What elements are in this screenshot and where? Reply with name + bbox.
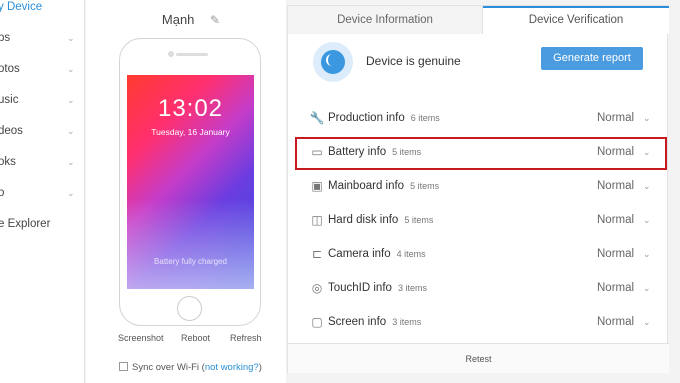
sync-wifi-checkbox[interactable]	[119, 362, 128, 371]
chevron-down-icon: ⌄	[643, 215, 651, 225]
row-status: Normal	[597, 248, 635, 260]
device-name-row: Mạnh ✎	[86, 12, 286, 27]
row-name: Hard disk info	[328, 214, 399, 226]
sidebar-item-photos[interactable]: otos ⌄	[0, 57, 85, 81]
sidebar-item-label: ps	[0, 32, 11, 44]
screen-icon: ▢	[311, 315, 323, 329]
app-window: y Device ps ⌄ otos ⌄ usic ⌄ deos ⌄ oks ⌄…	[0, 0, 680, 383]
chevron-down-icon: ⌄	[643, 113, 651, 123]
sidebar-item-label: usic	[0, 94, 19, 106]
touchid-icon: ◎	[311, 281, 323, 295]
hard-disk-info-row[interactable]: ◫ Hard disk info 5 items Normal ⌄	[306, 208, 656, 232]
chevron-down-icon: ⌄	[643, 317, 651, 327]
sidebar-item-label: o	[0, 187, 5, 199]
touchid-info-row[interactable]: ◎ TouchID info 3 items Normal ⌄	[306, 276, 656, 300]
device-name: Mạnh	[161, 12, 195, 27]
chevron-down-icon: ⌄	[643, 283, 651, 293]
generate-report-button[interactable]: Generate report	[541, 47, 643, 70]
row-count: 6 items	[410, 113, 440, 123]
phone-camera	[168, 51, 174, 57]
sidebar-item-file-explorer[interactable]: e Explorer	[0, 212, 85, 236]
camera-info-row[interactable]: ⊏ Camera info 4 items Normal ⌄	[306, 242, 656, 266]
phone-speaker	[176, 53, 208, 56]
row-count: 3 items	[397, 283, 427, 293]
lock-screen-time: 13:02	[157, 95, 224, 122]
row-name: Production info	[328, 112, 405, 124]
row-count: 5 items	[410, 181, 440, 191]
sidebar: y Device ps ⌄ otos ⌄ usic ⌄ deos ⌄ oks ⌄…	[0, 0, 85, 383]
not-working-link[interactable]: not working?	[205, 362, 259, 373]
chevron-down-icon: ⌄	[67, 157, 75, 167]
sidebar-item-books[interactable]: oks ⌄	[0, 150, 85, 174]
sidebar-item-music[interactable]: usic ⌄	[0, 88, 85, 112]
row-name: Screen info	[328, 316, 387, 328]
edit-icon[interactable]: ✎	[210, 13, 220, 27]
screenshot-label: Screenshot	[118, 333, 164, 343]
camera-icon: ⊏	[311, 247, 323, 261]
mainboard-icon: ▣	[311, 179, 323, 193]
sync-wifi-row: Sync over Wi-Fi (not working?)	[119, 362, 262, 373]
screen-glow	[127, 199, 254, 289]
row-name: Camera info	[328, 248, 391, 260]
sidebar-item-label: y Device	[0, 1, 43, 13]
wrench-icon: 🔧	[309, 111, 325, 125]
verification-panel: Device Information Device Verification D…	[287, 5, 669, 373]
chevron-down-icon: ⌄	[67, 64, 75, 74]
lock-screen-date: Tuesday, 16 January	[151, 127, 230, 137]
row-name: Mainboard info	[328, 180, 405, 192]
row-status: Normal	[597, 282, 635, 294]
genuine-status-text: Device is genuine	[366, 54, 461, 68]
sidebar-item-info[interactable]: o ⌄	[0, 181, 85, 205]
row-count: 5 items	[404, 215, 434, 225]
sidebar-item-apps[interactable]: ps ⌄	[0, 26, 85, 50]
chevron-down-icon: ⌄	[181, 334, 187, 341]
row-status: Normal	[597, 214, 635, 226]
chevron-down-icon: ⌄	[67, 95, 75, 105]
chevron-down-icon: ⌄	[67, 126, 75, 136]
chevron-down-icon: ⌄	[118, 334, 124, 341]
refresh-button[interactable]: Refresh	[230, 333, 262, 343]
sync-wifi-label: Sync over Wi-Fi (	[132, 362, 205, 373]
genuine-status-icon	[313, 42, 353, 82]
phone-preview: 13:02 Tuesday, 16 January Battery fully …	[119, 38, 261, 326]
status-icon-core	[321, 50, 345, 74]
tab-bar: Device Information Device Verification	[288, 6, 669, 34]
row-name: TouchID info	[328, 282, 392, 294]
mainboard-info-row[interactable]: ▣ Mainboard info 5 items Normal ⌄	[306, 174, 656, 198]
chevron-down-icon: ⌄	[67, 188, 75, 198]
row-status: Normal	[597, 316, 635, 328]
retest-button[interactable]: Retest	[288, 343, 669, 373]
chevron-down-icon: ⌄	[643, 249, 651, 259]
production-info-row[interactable]: 🔧 Production info 6 items Normal ⌄	[306, 106, 656, 130]
home-button	[177, 296, 202, 321]
sidebar-item-videos[interactable]: deos ⌄	[0, 119, 85, 143]
tab-device-information[interactable]: Device Information	[288, 6, 483, 34]
battery-info-highlight-box	[295, 137, 667, 170]
screen-info-row[interactable]: ▢ Screen info 3 items Normal ⌄	[306, 310, 656, 334]
phone-screen: 13:02 Tuesday, 16 January Battery fully …	[127, 75, 254, 289]
chevron-down-icon: ⌄	[67, 33, 75, 43]
hard-disk-icon: ◫	[311, 213, 323, 227]
sidebar-item-label: e Explorer	[0, 218, 51, 230]
device-panel: Mạnh ✎ 13:02 Tuesday, 16 January Battery…	[86, 0, 286, 383]
sidebar-item-label: deos	[0, 125, 23, 137]
sidebar-item-my-device[interactable]: y Device	[0, 0, 85, 19]
row-status: Normal	[597, 180, 635, 192]
sidebar-item-label: oks	[0, 156, 16, 168]
sync-wifi-close: )	[258, 362, 262, 373]
tab-device-verification[interactable]: Device Verification	[483, 6, 669, 34]
charge-status-text: Battery fully charged	[154, 257, 227, 266]
row-count: 4 items	[396, 249, 426, 259]
row-status: Normal	[597, 112, 635, 124]
chevron-down-icon: ⌄	[643, 181, 651, 191]
row-count: 3 items	[392, 317, 422, 327]
sidebar-item-label: otos	[0, 63, 20, 75]
